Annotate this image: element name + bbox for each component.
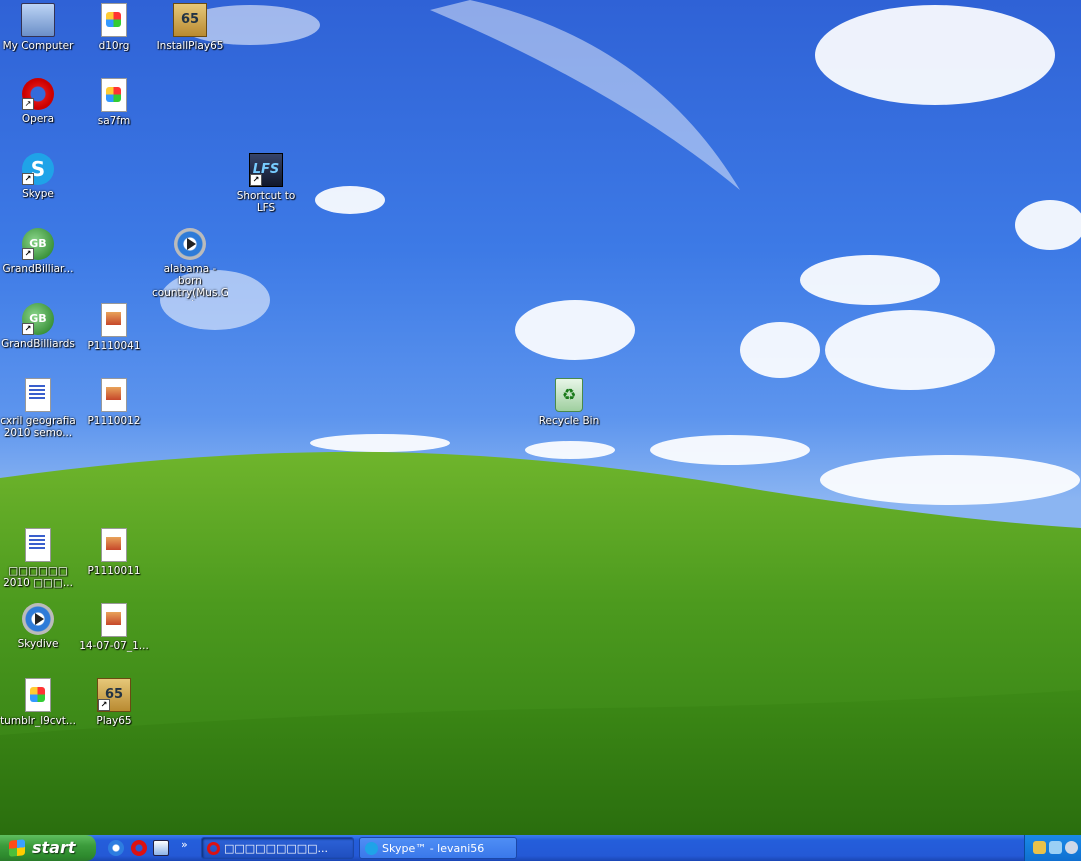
start-button[interactable]: start xyxy=(0,835,96,861)
volume-icon[interactable] xyxy=(1049,841,1062,854)
desktop-icon-14-07-07[interactable]: 14-07-07_1... xyxy=(76,603,152,652)
taskbar-button-opera[interactable]: □□□□□□□□□... xyxy=(201,837,354,859)
image-file-icon xyxy=(25,678,51,712)
desktop-icon-recycle-bin[interactable]: ♻ Recycle Bin xyxy=(531,378,607,427)
icon-label: Play65 xyxy=(96,715,132,727)
desktop-icon-cxril-geografia[interactable]: cxril geografia 2010 semo... xyxy=(0,378,76,439)
show-desktop-icon[interactable] xyxy=(153,840,169,856)
icon-label: InstallPlay65 xyxy=(156,40,224,52)
desktop-icon-word-doc-2010[interactable]: □□□□□□ 2010 □□□... xyxy=(0,528,76,589)
icon-label: sa7fm xyxy=(97,115,131,127)
desktop-icon-tumblr[interactable]: tumblr_l9cvt... xyxy=(0,678,76,727)
desktop-icon-alabama[interactable]: alabama - born country(Mus.G e) xyxy=(152,228,228,301)
icon-label: P1110011 xyxy=(87,565,141,577)
opera-icon[interactable] xyxy=(131,840,147,856)
media-file-icon xyxy=(22,603,54,635)
system-tray xyxy=(1024,835,1081,861)
icon-label: alabama - born country(Mus.G e) xyxy=(152,263,228,301)
desktop-icon-sa7fm[interactable]: sa7fm xyxy=(76,78,152,127)
desktop[interactable]: My Computer ↗ Opera S ↗ Skype GB ↗ GrandBi… xyxy=(0,0,1081,835)
lfs-icon: LFS ↗ xyxy=(249,153,283,187)
start-label: start xyxy=(32,838,76,857)
desktop-icon-p1110041[interactable]: P1110041 xyxy=(76,303,152,352)
icon-label: d10rg xyxy=(98,40,130,52)
skype-icon xyxy=(365,842,378,855)
desktop-icon-p1110012[interactable]: P1110012 xyxy=(76,378,152,427)
task-label: Skype™ - levani56 xyxy=(382,842,485,855)
icon-label: My Computer xyxy=(2,40,74,52)
desktop-icon-grandbilliar[interactable]: GB ↗ GrandBilliar... xyxy=(0,228,76,275)
installer-icon: 65 ↗ xyxy=(97,678,131,712)
icon-label: Recycle Bin xyxy=(538,415,600,427)
shortcut-arrow-icon: ↗ xyxy=(22,248,34,260)
icon-label: P1110041 xyxy=(87,340,141,352)
image-file-icon xyxy=(101,78,127,112)
desktop-icon-installplay65[interactable]: 65 InstallPlay65 xyxy=(152,3,228,52)
shortcut-arrow-icon: ↗ xyxy=(22,173,34,185)
shortcut-arrow-icon: ↗ xyxy=(22,323,34,335)
icon-label: Skydive xyxy=(17,638,59,650)
recycle-bin-icon: ♻ xyxy=(555,378,583,412)
quick-launch-overflow-button[interactable]: » xyxy=(181,838,188,851)
icon-label: GrandBilliards xyxy=(1,338,75,350)
shortcut-arrow-icon: ↗ xyxy=(22,98,34,110)
billiards-icon: GB ↗ xyxy=(22,303,54,335)
icon-label: P1110012 xyxy=(87,415,141,427)
desktop-icon-play65[interactable]: 65 ↗ Play65 xyxy=(76,678,152,727)
icon-label: GrandBilliar... xyxy=(2,263,74,275)
icon-label: 14-07-07_1... xyxy=(79,640,149,652)
media-file-icon xyxy=(174,228,206,260)
my-computer-icon xyxy=(21,3,55,37)
task-label: □□□□□□□□□... xyxy=(224,842,329,855)
desktop-icon-opera[interactable]: ↗ Opera xyxy=(0,78,76,125)
taskbar-button-skype[interactable]: Skype™ - levani56 xyxy=(359,837,517,859)
photo-file-icon xyxy=(101,528,127,562)
image-file-icon xyxy=(101,3,127,37)
billiards-icon: GB ↗ xyxy=(22,228,54,260)
opera-icon: ↗ xyxy=(22,78,54,110)
word-document-icon xyxy=(25,378,51,412)
shortcut-arrow-icon: ↗ xyxy=(250,174,262,186)
icon-label: cxril geografia 2010 semo... xyxy=(0,415,76,439)
photo-file-icon xyxy=(101,603,127,637)
desktop-icon-grandbilliards[interactable]: GB ↗ GrandBilliards xyxy=(0,303,76,350)
icon-label: tumblr_l9cvt... xyxy=(0,715,76,727)
photo-file-icon xyxy=(101,378,127,412)
installer-icon: 65 xyxy=(173,3,207,37)
opera-icon xyxy=(207,842,220,855)
word-document-icon xyxy=(25,528,51,562)
skype-icon: S ↗ xyxy=(22,153,54,185)
network-icon[interactable] xyxy=(1033,841,1046,854)
icon-label: Skype xyxy=(22,188,54,200)
icon-label: Shortcut to LFS xyxy=(236,190,296,214)
desktop-icon-skype[interactable]: S ↗ Skype xyxy=(0,153,76,200)
desktop-icon-p1110011[interactable]: P1110011 xyxy=(76,528,152,577)
shortcut-arrow-icon: ↗ xyxy=(98,699,110,711)
windows-logo-icon xyxy=(9,839,25,857)
internet-explorer-icon[interactable] xyxy=(108,840,124,856)
desktop-icon-my-computer[interactable]: My Computer xyxy=(0,3,76,52)
icon-label: Opera xyxy=(21,113,55,125)
desktop-icon-lfs[interactable]: LFS ↗ Shortcut to LFS xyxy=(228,153,304,214)
photo-file-icon xyxy=(101,303,127,337)
desktop-icon-d10rg[interactable]: d10rg xyxy=(76,3,152,52)
clock-icon[interactable] xyxy=(1065,841,1078,854)
icon-label: □□□□□□ 2010 □□□... xyxy=(3,565,73,589)
desktop-icon-skydive[interactable]: Skydive xyxy=(0,603,76,650)
taskbar: start » □□□□□□□□□... Skype™ - levani56 xyxy=(0,835,1081,861)
